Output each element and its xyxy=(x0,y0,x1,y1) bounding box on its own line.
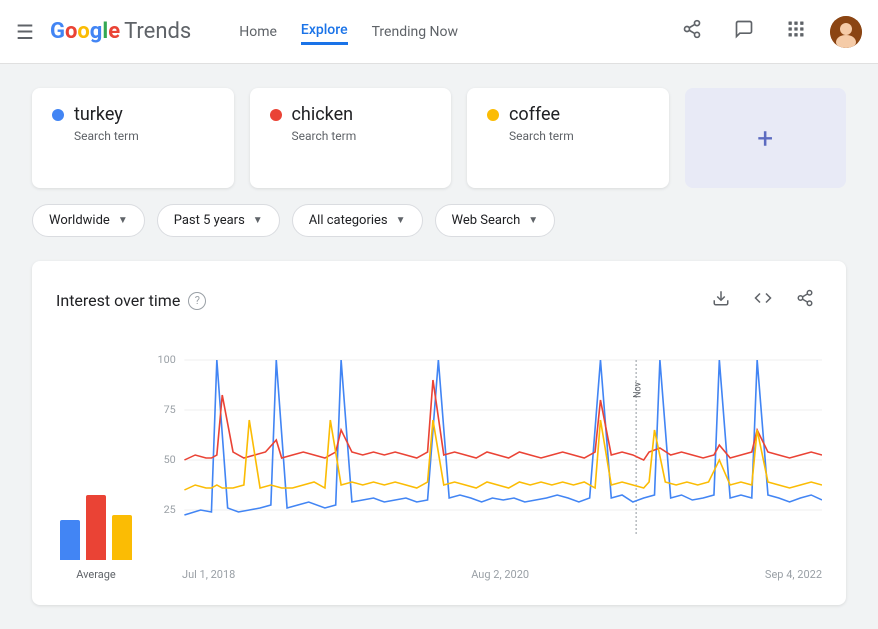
svg-text:Nov: Nov xyxy=(632,382,643,398)
search-card-chicken[interactable]: chicken Search term xyxy=(250,88,452,188)
turkey-dot xyxy=(52,109,64,121)
add-search-card[interactable]: + xyxy=(685,88,847,188)
share-chart-icon[interactable] xyxy=(788,285,822,316)
chevron-down-icon: ▼ xyxy=(396,215,406,226)
filter-search-type[interactable]: Web Search ▼ xyxy=(435,204,556,237)
average-bars xyxy=(60,480,132,560)
main-content: turkey Search term chicken Search term c… xyxy=(0,64,878,629)
filter-bar: Worldwide ▼ Past 5 years ▼ All categorie… xyxy=(32,204,846,237)
chart-area: Average 100 75 50 25 Nov xyxy=(56,340,822,581)
chevron-down-icon: ▼ xyxy=(253,215,263,226)
chicken-dot xyxy=(270,109,282,121)
filter-category[interactable]: All categories ▼ xyxy=(292,204,423,237)
turkey-term: turkey xyxy=(74,104,123,125)
search-card-coffee[interactable]: coffee Search term xyxy=(467,88,669,188)
x-label-2: Sep 4, 2022 xyxy=(765,568,822,581)
header-left: ☰ Google Trends Home Explore Trending No… xyxy=(16,18,458,45)
chart-title-group: Interest over time ? xyxy=(56,291,206,310)
apps-icon[interactable] xyxy=(778,11,814,52)
x-axis-labels: Jul 1, 2018 Aug 2, 2020 Sep 4, 2022 xyxy=(152,568,822,581)
add-icon: + xyxy=(757,122,773,155)
chicken-term: chicken xyxy=(292,104,354,125)
chevron-down-icon: ▼ xyxy=(118,215,128,226)
chart-svg: 100 75 50 25 Nov xyxy=(152,340,822,560)
search-card-coffee-header: coffee xyxy=(487,104,649,125)
nav-home[interactable]: Home xyxy=(239,20,277,44)
filter-time[interactable]: Past 5 years ▼ xyxy=(157,204,280,237)
download-icon[interactable] xyxy=(704,285,738,316)
avatar[interactable] xyxy=(830,16,862,48)
svg-text:75: 75 xyxy=(164,403,176,415)
embed-icon[interactable] xyxy=(746,285,780,316)
coffee-dot xyxy=(487,109,499,121)
share-icon[interactable] xyxy=(674,11,710,52)
avg-bar-chicken xyxy=(86,495,106,560)
chart-average: Average xyxy=(56,340,136,581)
search-card-turkey-header: turkey xyxy=(52,104,214,125)
interest-over-time-section: Interest over time ? xyxy=(32,261,846,605)
svg-text:25: 25 xyxy=(164,503,176,515)
avg-bar-turkey xyxy=(60,520,80,560)
chart-actions xyxy=(704,285,822,316)
x-label-0: Jul 1, 2018 xyxy=(182,568,235,581)
chicken-subtitle: Search term xyxy=(292,129,432,143)
feedback-icon[interactable] xyxy=(726,11,762,52)
turkey-subtitle: Search term xyxy=(74,129,214,143)
filter-location[interactable]: Worldwide ▼ xyxy=(32,204,145,237)
chart-title-text: Interest over time xyxy=(56,291,180,310)
header: ☰ Google Trends Home Explore Trending No… xyxy=(0,0,878,64)
svg-text:100: 100 xyxy=(158,353,176,365)
coffee-subtitle: Search term xyxy=(509,129,649,143)
svg-text:50: 50 xyxy=(164,453,176,465)
search-cards-row: turkey Search term chicken Search term c… xyxy=(32,88,846,188)
help-icon[interactable]: ? xyxy=(188,292,206,310)
chart-svg-container: 100 75 50 25 Nov Jul 1, 2018 xyxy=(152,340,822,581)
x-label-1: Aug 2, 2020 xyxy=(471,568,529,581)
nav-explore[interactable]: Explore xyxy=(301,18,348,45)
chevron-down-icon: ▼ xyxy=(528,215,538,226)
avg-label: Average xyxy=(76,568,116,581)
avg-bar-coffee xyxy=(112,515,132,560)
header-right xyxy=(674,11,862,52)
coffee-term: coffee xyxy=(509,104,560,125)
main-nav: Home Explore Trending Now xyxy=(239,18,458,45)
menu-icon[interactable]: ☰ xyxy=(16,20,34,44)
chart-header: Interest over time ? xyxy=(56,285,822,316)
search-card-turkey[interactable]: turkey Search term xyxy=(32,88,234,188)
google-trends-logo: Google Trends xyxy=(50,19,191,44)
nav-trending[interactable]: Trending Now xyxy=(372,20,458,44)
search-card-chicken-header: chicken xyxy=(270,104,432,125)
